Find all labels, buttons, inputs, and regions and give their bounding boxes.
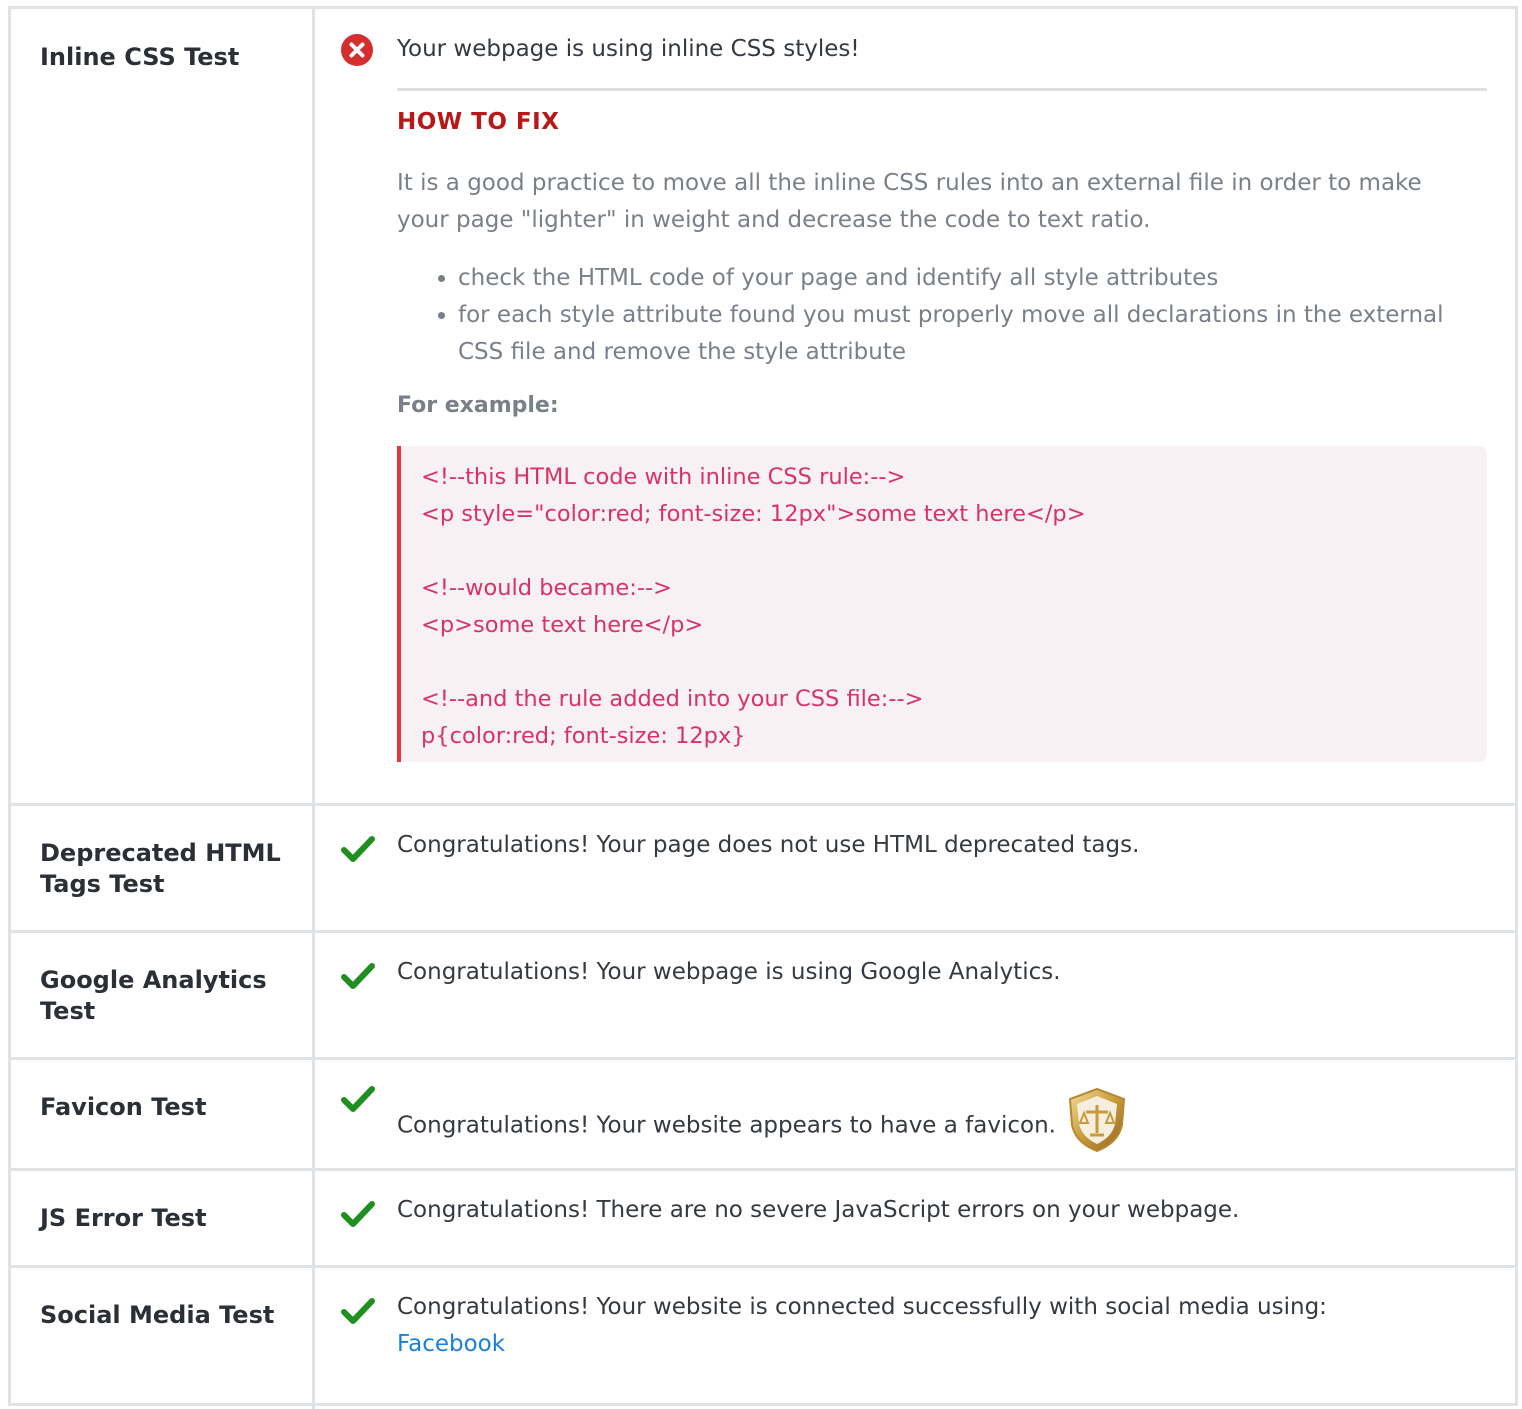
list-item: for each style attribute found you must … <box>458 297 1457 371</box>
code-line: <!--this HTML code with inline CSS rule:… <box>421 464 906 490</box>
code-example: <!--this HTML code with inline CSS rule:… <box>397 446 1487 762</box>
row-label-cell: Google Analytics Test <box>11 933 315 1057</box>
status-message: Congratulations! Your website is connect… <box>397 1289 1497 1363</box>
how-to-fix-title: HOW TO FIX <box>397 109 560 135</box>
row-inline-css-test: Inline CSS Test Your webpage is using in… <box>11 9 1515 806</box>
status-message: Your webpage is using inline CSS styles! <box>397 36 860 62</box>
status-message: Congratulations! Your page does not use … <box>397 832 1140 858</box>
seo-report-table: Inline CSS Test Your webpage is using in… <box>8 6 1518 1409</box>
row-label-cell: Deprecated HTML Tags Test <box>11 806 315 930</box>
check-icon <box>341 1086 375 1112</box>
divider <box>397 88 1487 91</box>
status-message-text: Congratulations! Your website appears to… <box>397 1112 1056 1139</box>
row-label-cell: Favicon Test <box>11 1060 315 1168</box>
status-message: Congratulations! Your webpage is using G… <box>397 959 1061 985</box>
code-line: <p style="color:red; font-size: 12px">so… <box>421 501 1086 527</box>
row-favicon-test: Favicon Test Congratulations! Your websi… <box>11 1060 1515 1171</box>
example-label: For example: <box>397 393 559 418</box>
row-label: JS Error Test <box>40 1204 207 1232</box>
row-google-analytics-test: Google Analytics Test Congratulations! Y… <box>11 933 1515 1060</box>
row-label: Social Media Test <box>40 1301 275 1329</box>
row-label: Inline CSS Test <box>40 43 240 71</box>
facebook-link[interactable]: Facebook <box>397 1331 505 1357</box>
check-icon <box>341 1201 375 1227</box>
row-label: Google Analytics Test <box>40 966 267 1025</box>
error-icon <box>341 34 373 66</box>
check-icon <box>341 1298 375 1324</box>
row-js-error-test: JS Error Test Congratulations! There are… <box>11 1171 1515 1268</box>
favicon-shield-icon <box>1068 1087 1126 1153</box>
row-label: Deprecated HTML Tags Test <box>40 839 281 898</box>
status-message: Congratulations! Your website appears to… <box>397 1087 1497 1159</box>
code-line: <!--and the rule added into your CSS fil… <box>421 686 924 712</box>
row-label-cell: Inline CSS Test <box>11 9 315 803</box>
row-label: Favicon Test <box>40 1093 207 1121</box>
how-to-fix-paragraph: It is a good practice to move all the in… <box>397 170 1422 233</box>
row-label-cell: JS Error Test <box>11 1171 315 1265</box>
list-item: check the HTML code of your page and ide… <box>458 260 1457 297</box>
check-icon <box>341 836 375 862</box>
code-line: <!--would became:--> <box>421 575 672 601</box>
code-line: p{color:red; font-size: 12px} <box>421 723 746 749</box>
status-message-text: Congratulations! Your website is connect… <box>397 1294 1327 1320</box>
check-icon <box>341 963 375 989</box>
row-deprecated-html-tags-test: Deprecated HTML Tags Test Congratulation… <box>11 806 1515 933</box>
how-to-fix-steps: check the HTML code of your page and ide… <box>397 260 1457 371</box>
status-message: Congratulations! There are no severe Jav… <box>397 1197 1240 1223</box>
code-line: <p>some text here</p> <box>421 612 704 638</box>
